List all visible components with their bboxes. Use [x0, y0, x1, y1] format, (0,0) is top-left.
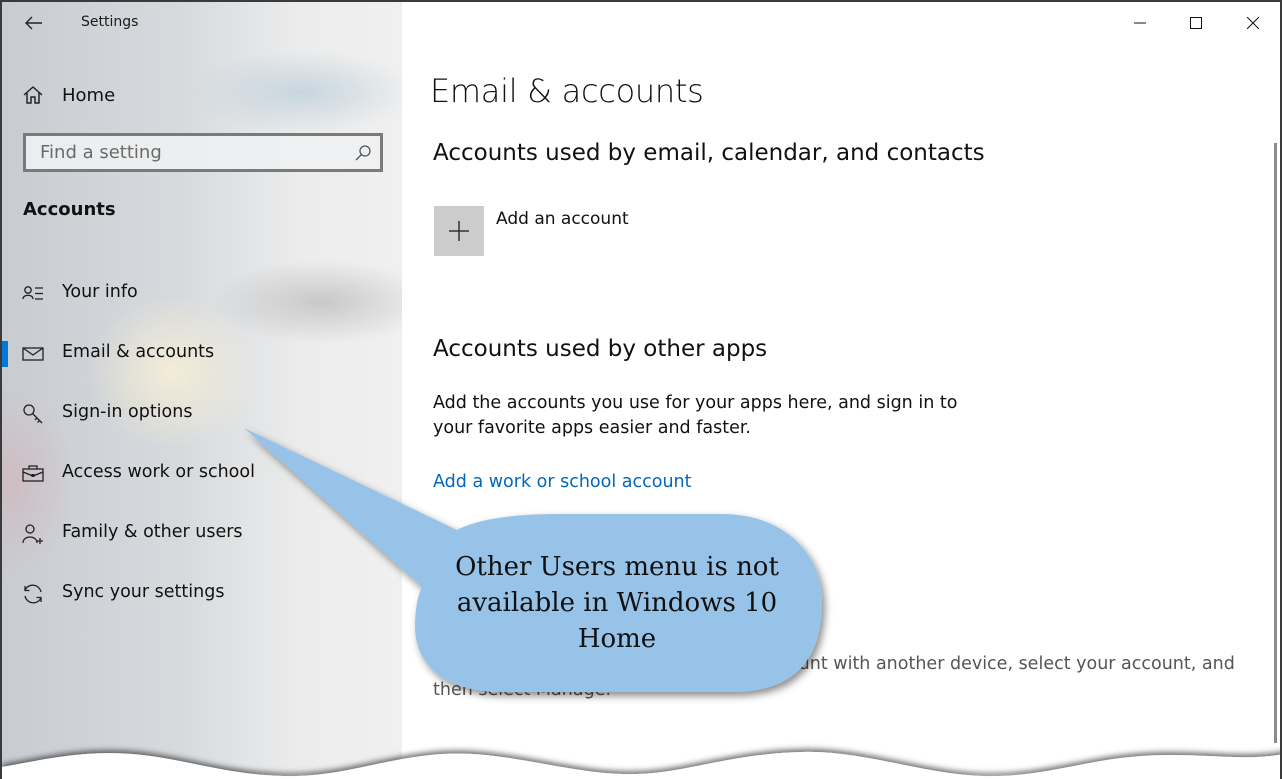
callout-text: Other Users menu is not available in Win… [455, 552, 779, 654]
back-arrow-icon [25, 16, 42, 30]
briefcase-icon [22, 465, 44, 482]
add-work-school-account-link[interactable]: Add a work or school account [433, 472, 692, 492]
sidebar-item-sign-in-options[interactable]: Sign-in options [2, 384, 402, 444]
home-icon [23, 86, 43, 104]
search-icon[interactable] [354, 144, 372, 162]
search-box[interactable] [23, 133, 383, 172]
contact-info-icon [22, 286, 43, 300]
sidebar-item-family-other-users[interactable]: Family & other users [2, 504, 402, 564]
add-person-icon [22, 524, 43, 544]
minimize-button[interactable] [1117, 8, 1163, 38]
settings-window: Settings Home Accounts Your info [0, 0, 1282, 779]
sidebar-item-label: Sign-in options [62, 402, 193, 422]
close-button[interactable] [1230, 8, 1276, 38]
key-icon [23, 404, 43, 424]
manage-account-description: To stop using an account, or sync an acc… [433, 654, 1235, 700]
maximize-icon [1190, 17, 1202, 29]
sidebar-nav: Your info Email & accounts Sign-in optio… [2, 264, 402, 624]
sidebar: Settings Home Accounts Your info [2, 2, 402, 779]
minimize-icon [1134, 22, 1146, 24]
scrollbar[interactable] [1274, 143, 1277, 743]
section-heading-other-apps: Accounts used by other apps [433, 336, 768, 362]
home-nav-item[interactable]: Home [22, 80, 115, 110]
section-label-accounts: Accounts [23, 199, 116, 220]
add-account-button[interactable] [434, 206, 484, 256]
mail-icon [22, 347, 44, 361]
main-content: Email & accounts Accounts used by email,… [402, 2, 1280, 779]
sidebar-item-label: Your info [62, 282, 138, 302]
search-input[interactable] [26, 136, 350, 169]
home-label: Home [62, 84, 116, 106]
maximize-button[interactable] [1173, 8, 1219, 38]
sync-icon [24, 584, 42, 604]
sidebar-item-your-info[interactable]: Your info [2, 264, 402, 324]
add-account-label[interactable]: Add an account [496, 209, 629, 229]
sidebar-item-access-work-school[interactable]: Access work or school [2, 444, 402, 504]
close-icon [1247, 17, 1259, 29]
other-apps-description: Add the accounts you use for your apps h… [433, 393, 958, 438]
plus-icon [449, 221, 469, 241]
back-button[interactable] [20, 10, 48, 36]
page-title: Email & accounts [430, 72, 704, 110]
sidebar-item-label: Access work or school [62, 462, 255, 482]
app-title: Settings [81, 14, 139, 30]
sidebar-item-label: Sync your settings [62, 582, 225, 602]
sidebar-item-sync-settings[interactable]: Sync your settings [2, 564, 402, 624]
section-heading-email-calendar-contacts: Accounts used by email, calendar, and co… [433, 140, 985, 166]
sidebar-item-label: Family & other users [62, 522, 243, 542]
sidebar-item-email-accounts[interactable]: Email & accounts [2, 324, 402, 384]
sidebar-item-label: Email & accounts [62, 342, 215, 362]
